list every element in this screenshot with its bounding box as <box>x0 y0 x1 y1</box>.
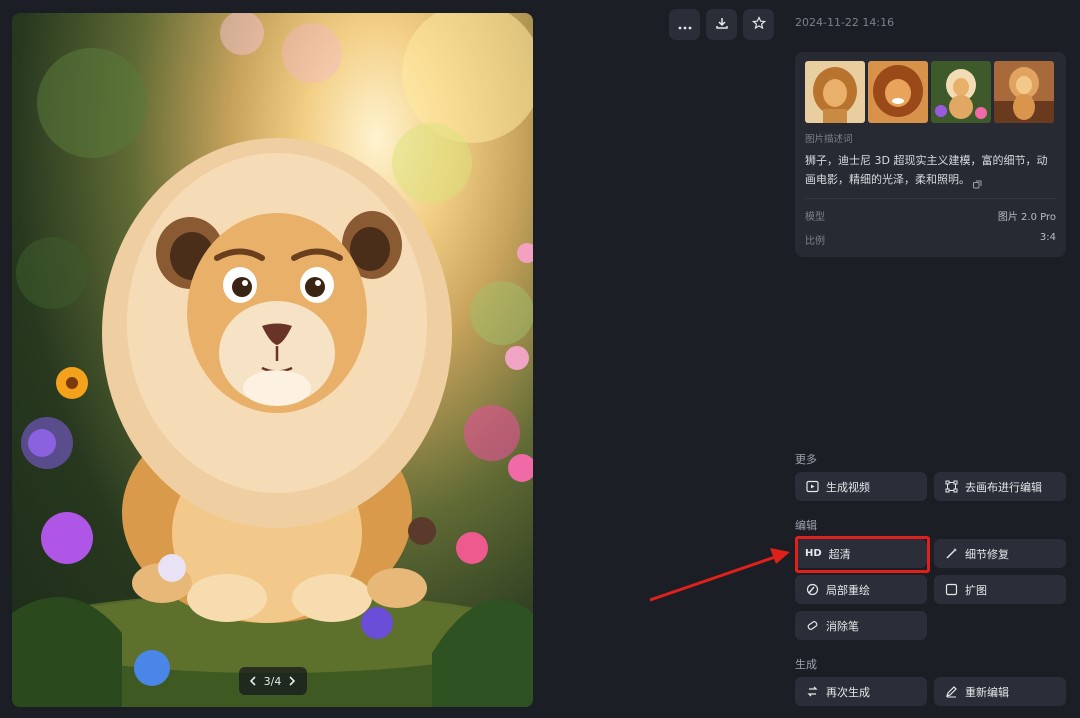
top-actions <box>669 9 774 40</box>
canvas-edit-button[interactable]: 去画布进行编辑 <box>934 472 1066 501</box>
thumbnail-1[interactable] <box>805 61 865 123</box>
download-button[interactable] <box>706 9 737 40</box>
refresh-icon <box>805 685 819 699</box>
copy-icon[interactable] <box>973 176 982 188</box>
regenerate-button[interactable]: 再次生成 <box>795 677 927 706</box>
timestamp: 2024-11-22 14:16 <box>795 16 895 29</box>
expand-image-label: 扩图 <box>965 583 987 597</box>
info-card: 图片描述词 狮子，迪士尼 3D 超现实主义建模，富的细节，动画电影，精细的光泽，… <box>795 52 1066 257</box>
model-value: 图片 2.0 Pro <box>997 212 1056 223</box>
partial-redraw-label: 局部重绘 <box>826 583 870 597</box>
brush-icon <box>805 583 819 597</box>
eraser-label: 消除笔 <box>826 619 859 633</box>
ellipsis-icon <box>678 15 692 34</box>
re-edit-label: 重新编辑 <box>965 685 1009 699</box>
thumbnail-3[interactable] <box>931 61 991 123</box>
description-text: 狮子，迪士尼 3D 超现实主义建模，富的细节，动画电影，精细的光泽，柔和照明。 <box>805 151 1057 189</box>
divider <box>805 198 1056 199</box>
thumbnail-2[interactable] <box>868 61 928 123</box>
image-pager: 3/4 <box>238 667 307 695</box>
detail-fix-label: 细节修复 <box>965 547 1009 561</box>
lion-image <box>12 13 533 707</box>
partial-redraw-button[interactable]: 局部重绘 <box>795 575 927 604</box>
pager-text: 3/4 <box>263 674 282 688</box>
favorite-button[interactable] <box>743 9 774 40</box>
detail-fix-button[interactable]: 细节修复 <box>934 539 1066 568</box>
section-more-title: 更多 <box>795 453 817 466</box>
pencil-icon <box>944 685 958 699</box>
annotation-highlight-box <box>795 536 930 573</box>
image-viewer[interactable]: 3/4 <box>12 13 533 707</box>
eraser-icon <box>805 619 819 633</box>
download-icon <box>715 15 729 34</box>
section-edit-title: 编辑 <box>795 519 817 532</box>
expand-image-button[interactable]: 扩图 <box>934 575 1066 604</box>
model-label: 模型 <box>805 212 825 223</box>
thumbnail-4[interactable] <box>994 61 1054 123</box>
ratio-row: 比例 3:4 <box>805 232 1056 247</box>
thumbnail-strip <box>805 61 1056 123</box>
magic-wand-icon <box>944 547 958 561</box>
description-body: 狮子，迪士尼 3D 超现实主义建模，富的细节，动画电影，精细的光泽，柔和照明。 <box>805 154 1048 186</box>
model-row: 模型 图片 2.0 Pro <box>805 208 1056 223</box>
generate-video-label: 生成视频 <box>826 480 870 494</box>
expand-icon <box>944 583 958 597</box>
ratio-value: 3:4 <box>1039 232 1056 243</box>
regenerate-label: 再次生成 <box>826 685 870 699</box>
prev-image-icon[interactable] <box>247 675 259 687</box>
canvas-edit-label: 去画布进行编辑 <box>965 480 1042 494</box>
star-icon <box>751 15 766 34</box>
description-title: 图片描述词 <box>805 134 853 145</box>
ratio-label: 比例 <box>805 236 825 247</box>
canvas-icon <box>944 480 958 494</box>
generate-video-button[interactable]: 生成视频 <box>795 472 927 501</box>
more-options-button[interactable] <box>669 9 700 40</box>
next-image-icon[interactable] <box>286 675 298 687</box>
re-edit-button[interactable]: 重新编辑 <box>934 677 1066 706</box>
video-icon <box>805 480 819 494</box>
section-generate-title: 生成 <box>795 658 817 671</box>
eraser-button[interactable]: 消除笔 <box>795 611 927 640</box>
